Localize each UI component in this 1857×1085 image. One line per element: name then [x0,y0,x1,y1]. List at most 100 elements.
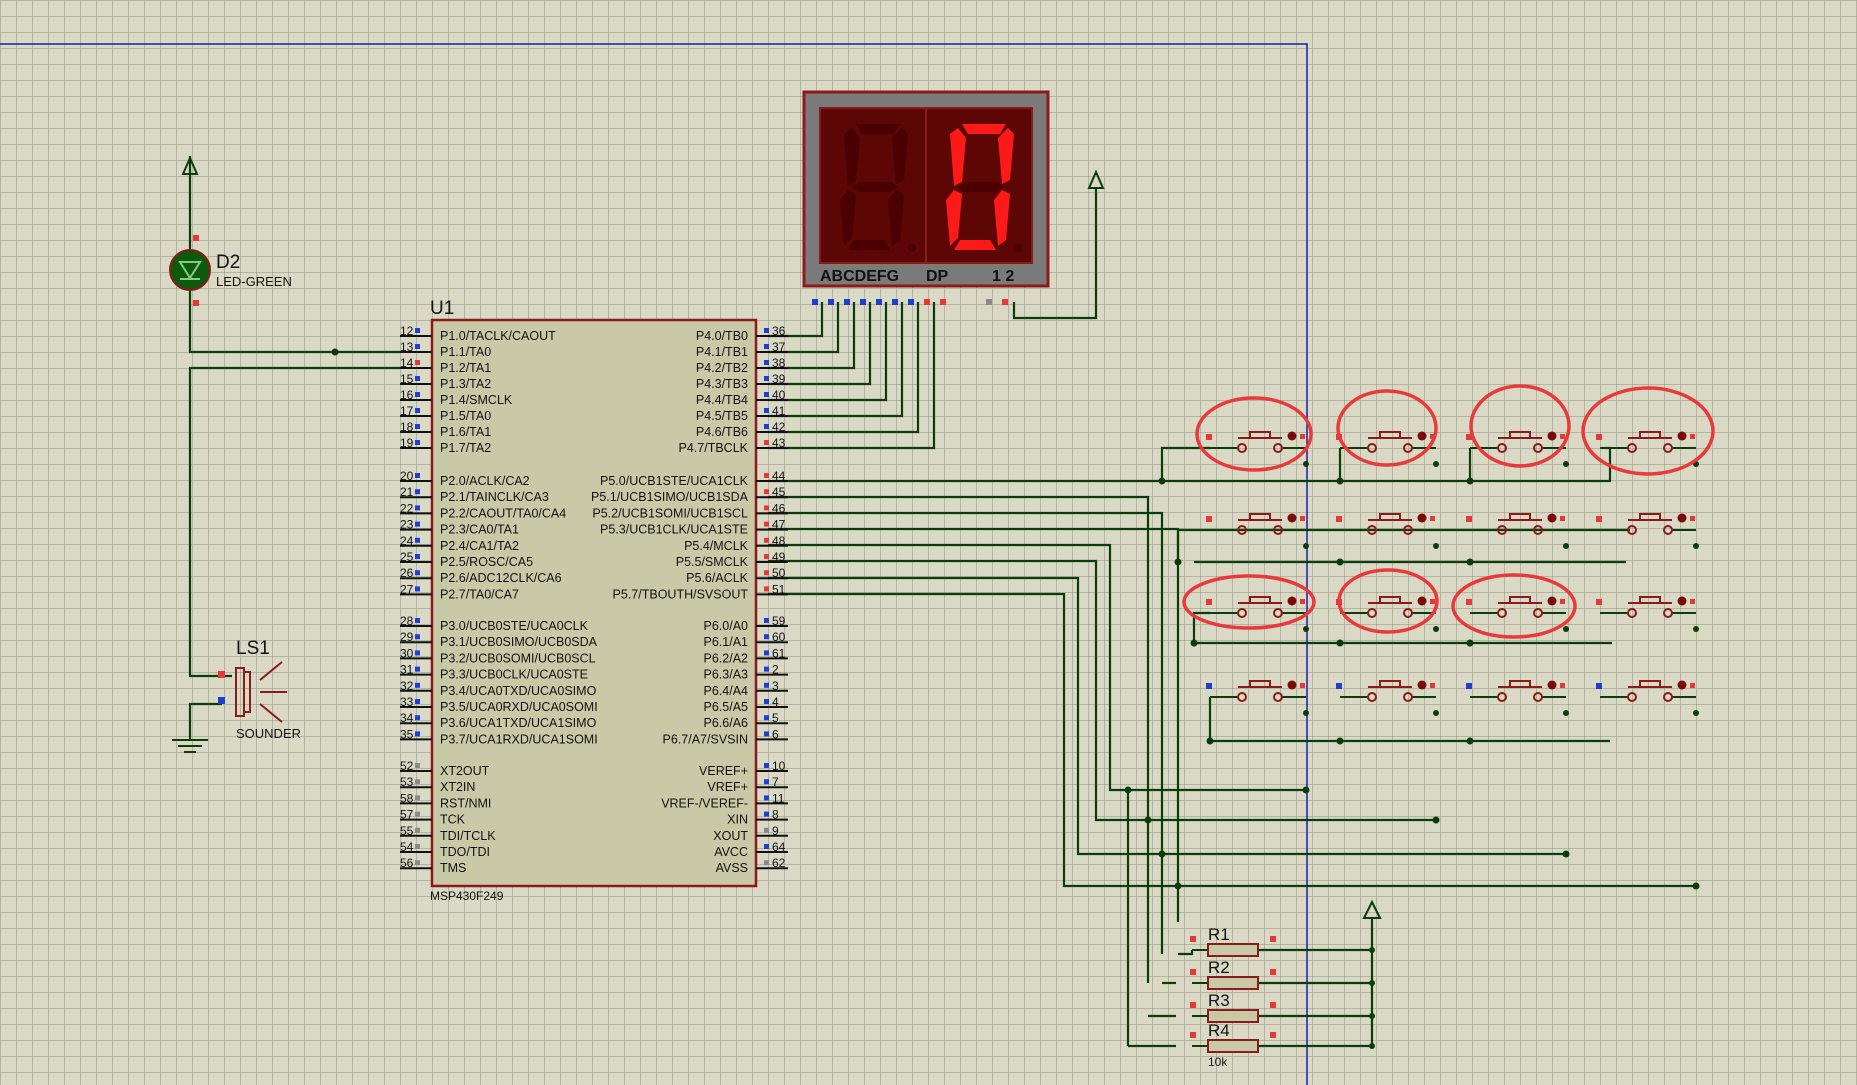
resistor-power-arrow [1362,899,1382,919]
display-pin[interactable] [924,299,930,305]
segment-d [954,240,996,250]
keypad-button-r4-c2[interactable] [1336,680,1439,717]
display-power-arrow [1087,169,1105,189]
u1-pin-label: P1.0/TACLK/CAOUT [440,329,556,343]
u1-pin-number: 46 [772,501,786,515]
u1-pin-number: 8 [772,808,779,822]
junction-dot [1336,737,1344,745]
display-pin[interactable] [892,299,898,305]
u1-pin-number: 7 [772,775,779,789]
display-pin[interactable] [828,299,834,305]
junction-dot [1432,816,1440,824]
u1-pin-label: P5.2/UCB1SOMI/UCB1SCL [592,506,748,520]
u1-pin-number: 48 [772,534,786,548]
resistor-r3[interactable]: R3 [1190,991,1375,1023]
u1-pin-label: P3.1/UCB0SIMO/UCB0SDA [440,635,598,649]
mcu-u1[interactable]: 12 P1.0/TACLK/CAOUT 13 P1.1/TA0 14 P1.2/TA1 15… [400,318,788,888]
u1-pin-number: 54 [400,840,414,854]
u1-pin-number: 13 [400,340,414,354]
u1-pin-label: VREF+ [707,780,748,794]
resistor-r2[interactable]: R2 [1190,958,1375,990]
junction-dot [1466,639,1474,647]
u1-pin-number: 16 [400,388,414,402]
schematic-sheet[interactable]: 12 P1.0/TACLK/CAOUT 13 P1.1/TA0 14 P1.2/TA1 15… [0,0,1857,1085]
u1-pin-label: P5.1/UCB1SIMO/UCB1SDA [591,490,749,504]
u1-pin-number: 15 [400,372,414,386]
junction-dot [1336,639,1344,647]
u1-pin-number: 10 [772,759,786,773]
u1-pin-label: P5.6/ACLK [686,571,749,585]
u1-pin-number: 51 [772,582,786,596]
u1-pin-label: P6.0/A0 [704,619,749,633]
display-pin[interactable] [1002,299,1008,305]
u1-pin-label: P4.5/TB5 [696,409,748,423]
u1-pin-number: 49 [772,550,786,564]
u1-pin-label: P3.5/UCA0RXD/UCA0SOMI [440,700,598,714]
keypad-button-r4-c3[interactable] [1466,680,1569,717]
display-pin[interactable] [876,299,882,305]
junction-dot [1692,882,1700,890]
display-pin[interactable] [860,299,866,305]
u1-pin-number: 53 [400,775,414,789]
u1-pin-label: P4.6/TB6 [696,425,748,439]
sounder-part: SOUNDER [236,726,301,741]
keypad-button-r3-c4[interactable] [1596,596,1699,633]
u1-pin-label: P4.4/TB4 [696,393,748,407]
led-part: LED-GREEN [216,274,292,289]
keypad-button-r2-c1[interactable] [1206,513,1309,550]
resistor-ref: R1 [1208,925,1230,944]
keypad-button-r4-c4[interactable] [1596,680,1699,717]
display-segment-labels: ABCDEFG [820,268,899,285]
u1-pin-number: 32 [400,679,414,693]
u1-pin-label: P2.4/CA1/TA2 [440,539,519,553]
keypad-button-r4-c1[interactable] [1206,680,1309,717]
u1-pin-label: P3.0/UCB0STE/UCA0CLK [440,619,589,633]
display-pin[interactable] [844,299,850,305]
u1-pin-label: P6.3/A3 [704,668,749,682]
u1-pin-number: 23 [400,518,414,532]
u1-pin-number: 38 [772,356,786,370]
keypad-button-r2-c4[interactable] [1596,513,1699,550]
keypad-button-r1-c2[interactable] [1336,431,1439,468]
u1-pin-number: 2 [772,663,779,677]
u1-pin-label: P3.7/UCA1RXD/UCA1SOMI [440,732,598,746]
seven-segment-display[interactable]: ABCDEFG DP 1 2 [802,90,1050,288]
u1-pin-number: 41 [772,404,786,418]
keypad-button-r3-c2[interactable] [1336,596,1439,633]
keypad-button-r2-c3[interactable] [1466,513,1569,550]
resistor-network[interactable]: R1 R2 R3 R4 10k [1190,925,1375,1069]
u1-pin-number: 47 [772,518,786,532]
keypad-matrix[interactable] [1206,431,1699,717]
u1-pin-label: P6.6/A6 [704,716,749,730]
junction-dot [1302,786,1310,794]
u1-pin-number: 43 [772,436,786,450]
u1-pin-label: P5.0/UCB1STE/UCA1CLK [600,474,749,488]
keypad-button-r2-c2[interactable] [1336,513,1439,550]
u1-pin-number: 45 [772,485,786,499]
u1-pin-label: P1.3/TA2 [440,377,491,391]
u1-pin-number: 12 [400,324,414,338]
junction-dot [1466,558,1474,566]
u1-pin-label: P6.4/A4 [704,684,749,698]
u1-pin-label: P6.1/A1 [704,635,749,649]
display-pin[interactable] [986,299,992,305]
junction-dot [1144,816,1152,824]
u1-pin-number: 20 [400,469,414,483]
u1-pin-number: 30 [400,646,414,660]
display-pin[interactable] [908,299,914,305]
u1-pin-number: 25 [400,550,414,564]
display-pin[interactable] [940,299,946,305]
keypad-button-r1-c4[interactable] [1596,431,1699,468]
display-pin[interactable] [812,299,818,305]
led-d2[interactable] [169,155,211,306]
u1-pin-label: P1.2/TA1 [440,361,491,375]
keypad-button-r3-c3[interactable] [1466,596,1569,633]
resistor-r1[interactable]: R1 [1190,925,1375,957]
u1-pin-number: 9 [772,824,779,838]
u1-pin-label: P2.5/ROSC/CA5 [440,555,533,569]
u1-pin-label: P5.5/SMCLK [676,555,749,569]
u1-pin-number: 58 [400,791,414,805]
u1-pin-number: 34 [400,711,414,725]
display-dp-label: DP [926,268,949,285]
schematic-canvas[interactable]: 12 P1.0/TACLK/CAOUT 13 P1.1/TA0 14 P1.2/TA1 15… [0,0,1857,1085]
